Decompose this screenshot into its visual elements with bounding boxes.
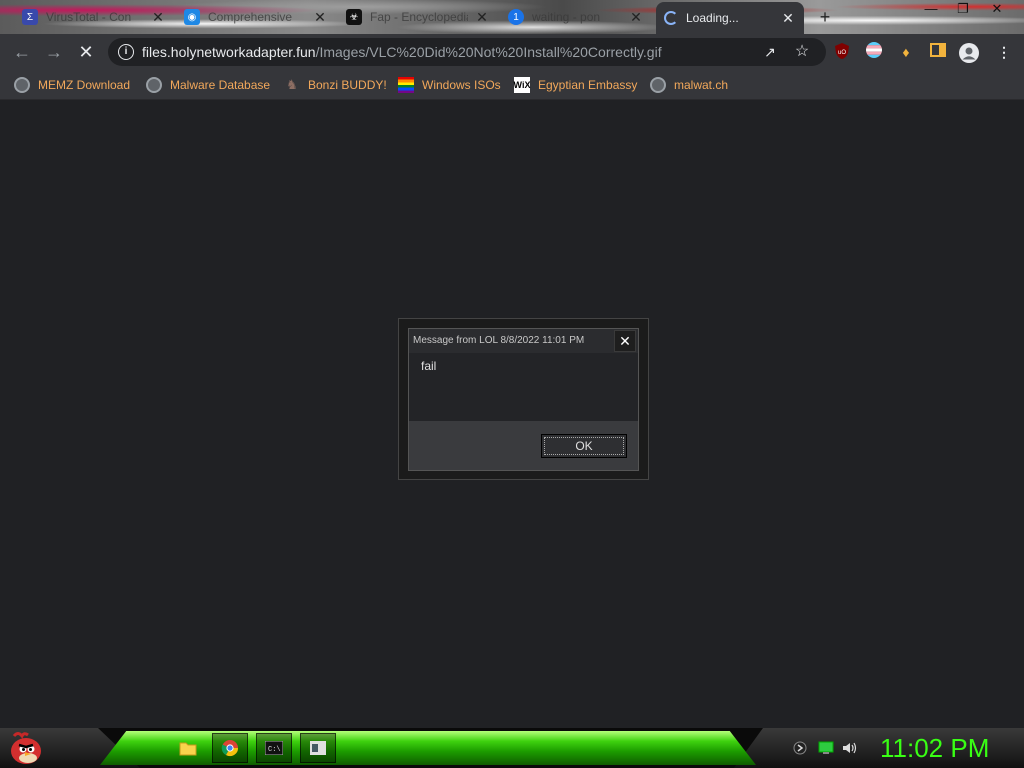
bookmark-windows-isos[interactable]: Windows ISOs	[398, 76, 501, 94]
address-bar[interactable]: i files.holynetworkadapter.fun/Images/VL…	[108, 38, 826, 66]
volume-icon[interactable]	[842, 740, 858, 756]
minimize-button[interactable]: —	[916, 0, 946, 18]
bookmark-bonzi-buddy[interactable]: ♞ Bonzi BUDDY!	[284, 76, 387, 94]
chrome-icon[interactable]	[212, 733, 248, 763]
dialog-title: Message from LOL 8/8/2022 11:01 PM	[413, 335, 585, 346]
bookmark-memz-download[interactable]: MEMZ Download	[14, 76, 130, 94]
tab-close-icon[interactable]: ✕	[780, 10, 796, 27]
tab-encyclopedia[interactable]: ☣ Fap - Encyclopedia ✕	[338, 3, 498, 31]
tab-close-icon[interactable]: ✕	[150, 9, 166, 26]
file-explorer-icon[interactable]	[170, 733, 206, 763]
address-url[interactable]: files.holynetworkadapter.fun/Images/VLC%…	[142, 44, 662, 60]
site-info-icon[interactable]: i	[118, 44, 134, 60]
tab-close-icon[interactable]: ✕	[312, 9, 328, 26]
globe-icon	[146, 77, 162, 93]
screen: Σ VirusTotal - Con ✕ ◉ Comprehensive ✕ ☣…	[0, 0, 1024, 768]
tab-loading[interactable]: Loading... ✕	[656, 2, 804, 34]
tab-close-icon[interactable]: ✕	[474, 9, 490, 26]
tab-title: waiting - pon	[532, 10, 601, 24]
command-prompt-icon[interactable]: C:\	[256, 733, 292, 763]
loading-spinner-icon	[664, 11, 678, 25]
globe-icon	[14, 77, 30, 93]
encyclopedia-icon: ☣	[346, 9, 362, 25]
bookmark-label: Egyptian Embassy	[538, 78, 638, 92]
globe-icon	[650, 77, 666, 93]
rainbow-flag-icon	[398, 77, 414, 93]
side-panel-icon[interactable]	[928, 42, 948, 62]
bookmark-label: malwat.ch	[674, 78, 729, 92]
tab-title: VirusTotal - Con	[46, 10, 132, 24]
window-icon[interactable]	[300, 733, 336, 763]
tab-close-icon[interactable]: ✕	[628, 9, 644, 26]
forward-button[interactable]: →	[42, 40, 66, 64]
trans-flag-extension-icon[interactable]	[864, 42, 884, 62]
tab-title: Comprehensive	[208, 10, 293, 24]
url-path: /Images/VLC%20Did%20Not%20Install%20Corr…	[315, 44, 662, 60]
taskbar-clock[interactable]: 11:02 PM	[880, 733, 989, 764]
tab-title: Loading...	[686, 11, 739, 25]
close-icon[interactable]: ✕	[614, 330, 636, 352]
bookmark-malwatch[interactable]: malwat.ch	[650, 76, 728, 94]
share-icon[interactable]: ↗	[760, 42, 780, 62]
dialog-message: fail	[421, 359, 437, 373]
maximize-button[interactable]: ❐	[948, 0, 978, 18]
new-tab-button[interactable]: +	[814, 6, 836, 28]
back-button[interactable]: ←	[10, 40, 34, 64]
dialog-footer: OK	[409, 421, 638, 470]
bookmark-egyptian-embassy[interactable]: WiX Egyptian Embassy	[514, 76, 637, 94]
dialog-frame: Message from LOL 8/8/2022 11:01 PM ✕ fai…	[408, 328, 639, 471]
tab-strip: Σ VirusTotal - Con ✕ ◉ Comprehensive ✕ ☣…	[0, 0, 1024, 34]
tray-app-icon[interactable]	[792, 740, 808, 756]
stop-loading-button[interactable]: ✕	[74, 40, 98, 64]
url-host: files.holynetworkadapter.fun	[142, 44, 316, 60]
notification-icon: 1	[508, 9, 524, 25]
bookmark-star-icon[interactable]: ☆	[792, 42, 812, 62]
tab-waiting[interactable]: 1 waiting - pon ✕	[500, 3, 652, 31]
bookmark-label: MEMZ Download	[38, 78, 131, 92]
browser-toolbar: ← → ✕ i files.holynetworkadapter.fun/Ima…	[0, 34, 1024, 70]
close-window-button[interactable]: ✕	[982, 0, 1012, 18]
tab-title: Fap - Encyclopedia	[370, 10, 468, 24]
tab-virustotal[interactable]: Σ VirusTotal - Con ✕	[14, 3, 174, 31]
tab-comprehensive[interactable]: ◉ Comprehensive ✕	[176, 3, 336, 31]
taskbar: C:\ 11:02 PM	[0, 728, 1024, 768]
alert-dialog: Message from LOL 8/8/2022 11:01 PM ✕ fai…	[398, 318, 649, 480]
location-pin-icon: ◉	[184, 9, 200, 25]
wix-icon: WiX	[514, 77, 530, 93]
bookmark-label: Windows ISOs	[422, 78, 501, 92]
bookmark-label: Bonzi BUDDY!	[308, 78, 387, 92]
svg-text:uO: uO	[838, 50, 846, 56]
ublock-origin-icon[interactable]: uO	[832, 42, 852, 62]
profile-avatar-icon[interactable]	[958, 42, 979, 63]
network-icon[interactable]	[818, 740, 834, 756]
bookmark-malware-database[interactable]: Malware Database	[146, 76, 270, 94]
extensions-puzzle-icon[interactable]: ♦	[896, 42, 916, 62]
bookmark-label: Malware Database	[170, 78, 271, 92]
virustotal-icon: Σ	[22, 9, 38, 25]
ok-button[interactable]: OK	[541, 434, 627, 458]
svg-text:C:\: C:\	[268, 746, 281, 754]
menu-kebab-icon[interactable]: ⋮	[994, 42, 1014, 62]
bonzi-icon: ♞	[286, 77, 298, 92]
bookmarks-bar: MEMZ Download Malware Database ♞ Bonzi B…	[0, 70, 1024, 100]
dialog-body	[409, 353, 638, 421]
start-button-angry-bird-icon[interactable]	[8, 730, 44, 766]
